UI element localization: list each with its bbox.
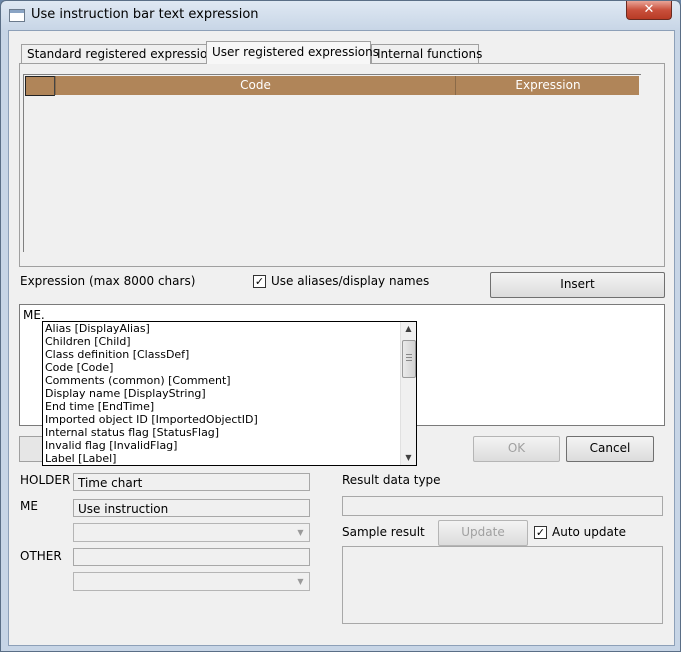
scroll-down-icon[interactable]: ▼ (403, 453, 414, 463)
auto-update-label: Auto update (552, 525, 626, 539)
autocomplete-item[interactable]: Label [Label] (43, 452, 416, 465)
dialog-window: Use instruction bar text expression ✕ St… (0, 0, 681, 652)
obscured-button[interactable] (19, 436, 44, 462)
title-bar[interactable]: Use instruction bar text expression ✕ (1, 1, 680, 29)
column-header-code[interactable]: Code (55, 76, 455, 95)
window-title: Use instruction bar text expression (31, 7, 259, 22)
autocomplete-item[interactable]: Alias [DisplayAlias] (43, 322, 416, 335)
me-label: ME (20, 499, 38, 513)
holder-label: HOLDER (20, 473, 71, 487)
autocomplete-item[interactable]: Display name [DisplayString] (43, 387, 416, 400)
window-icon (9, 9, 25, 22)
grid-header: Code Expression (25, 76, 640, 96)
me-field: Use instruction (73, 499, 310, 517)
autocomplete-item[interactable]: Internal status flag [StatusFlag] (43, 426, 416, 439)
other-select[interactable]: ▼ (73, 572, 310, 591)
use-aliases-checkbox[interactable]: ✓ (253, 275, 266, 288)
expressions-grid[interactable]: Code Expression (23, 74, 641, 252)
sample-result-label: Sample result (342, 525, 425, 539)
autocomplete-item[interactable]: Children [Child] (43, 335, 416, 348)
expression-text: ME. (23, 308, 45, 322)
insert-button[interactable]: Insert (490, 272, 665, 298)
autocomplete-item[interactable]: Code [Code] (43, 361, 416, 374)
use-aliases-label: Use aliases/display names (271, 274, 430, 288)
autocomplete-item[interactable]: Class definition [ClassDef] (43, 348, 416, 361)
update-button[interactable]: Update (438, 520, 528, 546)
autocomplete-items: Alias [DisplayAlias] Children [Child] Cl… (43, 322, 416, 465)
autocomplete-item[interactable]: Imported object ID [ImportedObjectID] (43, 413, 416, 426)
tab-user-registered-expressions[interactable]: User registered expressions (206, 41, 379, 64)
result-data-type-label: Result data type (342, 473, 441, 487)
autocomplete-scrollbar[interactable]: ▲ ▼ (400, 322, 416, 465)
autocomplete-item[interactable]: Comments (common) [Comment] (43, 374, 416, 387)
expression-label: Expression (max 8000 chars) (20, 274, 196, 288)
autocomplete-item[interactable]: End time [EndTime] (43, 400, 416, 413)
result-data-type-field (342, 496, 663, 516)
other-label: OTHER (20, 549, 62, 563)
tab-standard-registered-expressions[interactable]: Standard registered expressions (21, 44, 221, 63)
autocomplete-list[interactable]: Alias [DisplayAlias] Children [Child] Cl… (42, 321, 417, 466)
autocomplete-item[interactable]: Invalid flag [InvalidFlag] (43, 439, 416, 452)
grid-corner-cell[interactable] (25, 76, 55, 96)
sample-result-box (342, 546, 663, 624)
tab-internal-functions[interactable]: Internal functions (371, 44, 482, 63)
close-button[interactable]: ✕ (626, 1, 672, 20)
chevron-down-icon: ▼ (297, 528, 304, 537)
column-header-expression[interactable]: Expression (455, 76, 640, 95)
scroll-thumb[interactable] (402, 340, 416, 378)
ok-button[interactable]: OK (473, 436, 560, 462)
me-select[interactable]: ▼ (73, 523, 310, 542)
holder-field: Time chart (73, 473, 310, 491)
chevron-down-icon: ▼ (297, 577, 304, 586)
other-field (73, 548, 310, 566)
auto-update-checkbox[interactable]: ✓ (534, 526, 547, 539)
scroll-up-icon[interactable]: ▲ (403, 324, 414, 334)
cancel-button[interactable]: Cancel (566, 436, 654, 462)
dialog-client-area: Standard registered expressions User reg… (8, 30, 675, 646)
